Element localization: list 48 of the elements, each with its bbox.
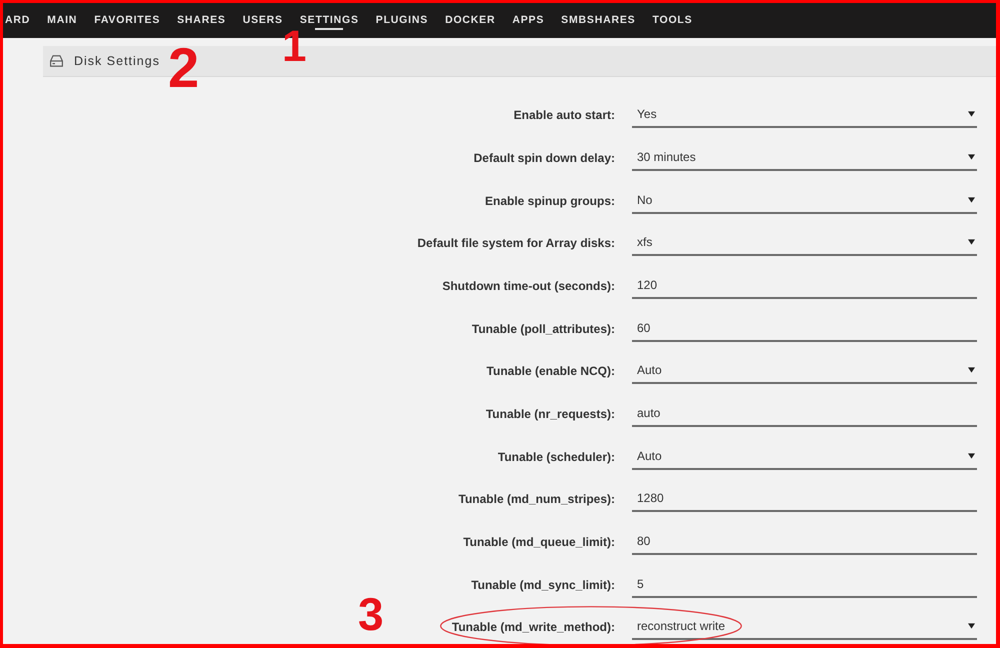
field-label: Default spin down delay: bbox=[472, 150, 615, 167]
nav-tab[interactable]: FAVORITES bbox=[94, 10, 160, 30]
field-label: Enable auto start: bbox=[512, 107, 615, 124]
nav-tab[interactable]: APPS bbox=[512, 10, 544, 30]
nav-tab[interactable]: MAIN bbox=[47, 10, 78, 30]
field-label: Shutdown time-out (seconds): bbox=[441, 278, 615, 295]
caret-icon bbox=[968, 196, 975, 203]
field-label: Tunable (nr_requests): bbox=[484, 406, 615, 423]
field-label: Tunable (poll_attributes): bbox=[470, 320, 615, 338]
section-title: Disk Settings bbox=[74, 52, 160, 70]
caret-icon bbox=[968, 452, 975, 459]
caret-icon bbox=[968, 111, 975, 118]
dropdown[interactable]: xfs bbox=[632, 230, 977, 256]
text-field[interactable]: 120 bbox=[632, 272, 977, 299]
dropdown[interactable]: reconstruct write bbox=[632, 614, 977, 640]
dropdown[interactable]: Auto bbox=[632, 444, 977, 470]
handwritten-number: 2 bbox=[168, 46, 200, 90]
text-field[interactable]: 60 bbox=[632, 316, 977, 342]
field-label: Tunable (md_write_method): bbox=[450, 619, 615, 636]
text-field[interactable]: 5 bbox=[632, 572, 977, 598]
drive-icon bbox=[50, 55, 63, 67]
field-label: Tunable (scheduler): bbox=[496, 448, 615, 466]
nav-tab[interactable]: TOOLS bbox=[652, 10, 692, 30]
nav-tab[interactable]: SHARES bbox=[177, 10, 226, 30]
text-field[interactable]: auto bbox=[632, 400, 977, 427]
dropdown[interactable]: Yes bbox=[632, 102, 977, 128]
field-label: Tunable (md_queue_limit): bbox=[462, 534, 615, 551]
field-label: Tunable (md_num_stripes): bbox=[458, 491, 615, 508]
handwritten-number: 3 bbox=[358, 597, 384, 632]
caret-icon bbox=[968, 367, 975, 374]
dropdown[interactable]: 30 minutes bbox=[632, 144, 977, 171]
caret-icon bbox=[968, 154, 975, 160]
nav-tab[interactable]: SETTINGS bbox=[300, 10, 359, 30]
text-field[interactable]: 1280 bbox=[632, 486, 977, 512]
field-label: Enable spinup groups: bbox=[484, 192, 615, 210]
nav-tab[interactable]: ARD bbox=[5, 10, 30, 30]
dropdown[interactable]: Auto bbox=[632, 358, 977, 384]
caret-icon bbox=[968, 239, 975, 246]
nav-tab[interactable]: DOCKER bbox=[445, 10, 496, 30]
field-label: Default file system for Array disks: bbox=[416, 235, 615, 252]
nav-tab[interactable]: USERS bbox=[242, 10, 283, 30]
field-label: Tunable (md_sync_limit): bbox=[470, 576, 615, 594]
caret-icon bbox=[968, 623, 975, 630]
field-label: Tunable (enable NCQ): bbox=[486, 363, 615, 380]
nav-tab[interactable]: SMBSHARES bbox=[561, 10, 636, 30]
nav-tab[interactable]: PLUGINS bbox=[376, 10, 428, 30]
text-field[interactable]: 80 bbox=[632, 528, 977, 555]
dropdown[interactable]: No bbox=[632, 188, 977, 214]
